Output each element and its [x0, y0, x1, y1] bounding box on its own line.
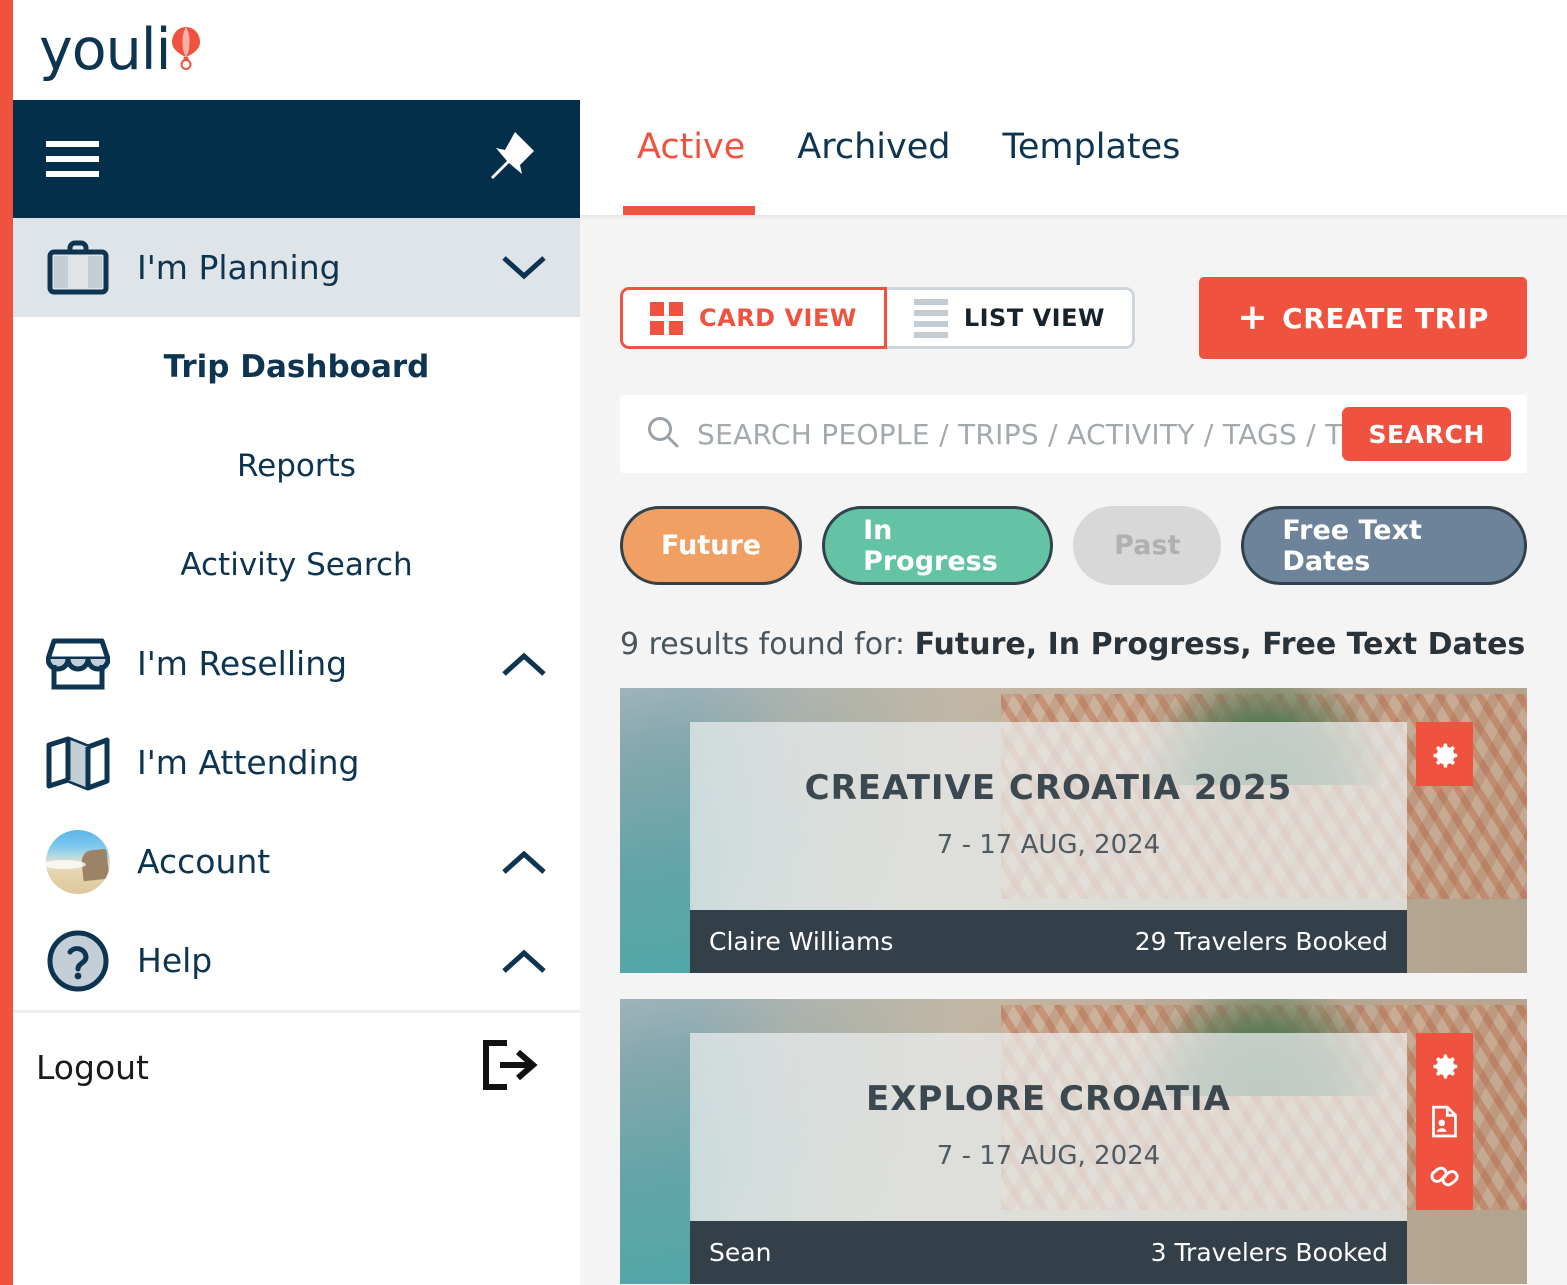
- map-icon: [46, 735, 118, 791]
- sidebar-subitem-label: Reports: [237, 447, 356, 484]
- logout-label: Logout: [36, 1047, 149, 1087]
- main-topbar: [580, 0, 1567, 100]
- grid-icon: [650, 301, 683, 335]
- trip-card-organizer: Sean: [709, 1238, 772, 1267]
- logo-bar: youli: [13, 0, 580, 100]
- sidebar-item-im-attending[interactable]: I'm Attending: [13, 713, 580, 812]
- filter-pill-past[interactable]: Past: [1073, 506, 1222, 585]
- sidebar-item-label: Account: [137, 842, 271, 881]
- question-mark-circle-icon: [46, 930, 118, 992]
- sidebar: youli I'm Planning Trip Dashboard Report…: [13, 0, 580, 1285]
- toolbar: CARD VIEW LIST VIEW + CREATE TRIP: [620, 215, 1527, 359]
- logout-arrow-icon: [478, 1037, 540, 1098]
- tab-bar: Active Archived Templates: [580, 100, 1567, 215]
- trip-card-footer: Claire Williams 29 Travelers Booked: [690, 910, 1407, 973]
- trip-card-dates: 7 - 17 AUG, 2024: [936, 830, 1161, 860]
- chevron-down-icon[interactable]: [497, 254, 547, 282]
- trip-card[interactable]: EXPLORE CROATIA 7 - 17 AUG, 2024 Sean 3 …: [620, 999, 1527, 1284]
- filter-pills: Future In Progress Past Free Text Dates: [620, 506, 1527, 585]
- sidebar-item-help[interactable]: Help: [13, 911, 580, 1010]
- sidebar-nav: I'm Planning Trip Dashboard Reports Acti…: [13, 218, 580, 1285]
- tab-active[interactable]: Active: [615, 100, 775, 215]
- main-content: Active Archived Templates CARD VIEW LIST…: [580, 0, 1567, 1285]
- hamburger-icon[interactable]: [46, 141, 99, 177]
- view-toggle-group: CARD VIEW LIST VIEW: [620, 287, 1135, 349]
- trip-card-overlay: EXPLORE CROATIA 7 - 17 AUG, 2024 Sean 3 …: [690, 1033, 1407, 1284]
- logout-button[interactable]: Logout: [13, 1013, 580, 1121]
- trip-card-organizer: Claire Williams: [709, 927, 894, 956]
- avatar: [46, 829, 110, 894]
- search-bar: SEARCH: [620, 395, 1527, 473]
- sidebar-item-account[interactable]: Account: [13, 812, 580, 911]
- list-view-label: LIST VIEW: [963, 304, 1105, 332]
- filter-pill-future[interactable]: Future: [620, 506, 803, 585]
- chevron-up-icon[interactable]: [497, 947, 547, 975]
- sidebar-subitem-trip-dashboard[interactable]: Trip Dashboard: [13, 317, 580, 416]
- pin-icon[interactable]: [478, 126, 540, 193]
- trip-card-actions: [1416, 722, 1473, 786]
- filter-pill-in-progress[interactable]: In Progress: [822, 506, 1054, 585]
- filter-pill-free-text-dates[interactable]: Free Text Dates: [1241, 506, 1527, 585]
- sidebar-menu-bar: [13, 100, 580, 218]
- trip-card-travelers: 29 Travelers Booked: [1134, 927, 1388, 956]
- tab-templates[interactable]: Templates: [980, 100, 1210, 215]
- sidebar-item-im-reselling[interactable]: I'm Reselling: [13, 614, 580, 713]
- card-view-label: CARD VIEW: [699, 304, 857, 332]
- logo-wordmark: youli: [39, 16, 171, 83]
- trip-card-travelers: 3 Travelers Booked: [1150, 1238, 1388, 1267]
- trip-card-title: CREATIVE CROATIA 2025: [804, 768, 1293, 808]
- hot-air-balloon-icon: [171, 26, 201, 77]
- trip-card-title: EXPLORE CROATIA: [866, 1079, 1231, 1119]
- results-terms: Future, In Progress, Free Text Dates: [914, 627, 1526, 662]
- gear-icon[interactable]: [1428, 1050, 1461, 1083]
- tab-archived[interactable]: Archived: [775, 100, 980, 215]
- sidebar-item-label: I'm Reselling: [137, 644, 348, 683]
- create-trip-label: CREATE TRIP: [1282, 301, 1489, 335]
- create-trip-button[interactable]: + CREATE TRIP: [1199, 277, 1527, 359]
- trip-card-overlay: CREATIVE CROATIA 2025 7 - 17 AUG, 2024 C…: [690, 722, 1407, 973]
- sidebar-subitem-reports[interactable]: Reports: [13, 416, 580, 515]
- results-summary: 9 results found for: Future, In Progress…: [620, 627, 1527, 662]
- sidebar-item-label: I'm Attending: [137, 743, 360, 782]
- search-icon: [646, 415, 680, 454]
- sidebar-subitem-activity-search[interactable]: Activity Search: [13, 515, 580, 614]
- plus-icon: +: [1237, 297, 1269, 338]
- search-button[interactable]: SEARCH: [1342, 407, 1511, 461]
- sidebar-subitem-label: Trip Dashboard: [163, 348, 430, 385]
- avatar-icon: [46, 829, 118, 894]
- list-view-button[interactable]: LIST VIEW: [886, 287, 1135, 349]
- sidebar-item-label: Help: [137, 941, 213, 980]
- trip-card-actions: [1416, 1033, 1473, 1210]
- chevron-up-icon[interactable]: [497, 848, 547, 876]
- list-icon: [913, 298, 948, 338]
- card-view-button[interactable]: CARD VIEW: [620, 287, 887, 349]
- storefront-icon: [46, 635, 118, 693]
- chevron-up-icon[interactable]: [497, 650, 547, 678]
- sidebar-subitem-label: Activity Search: [180, 546, 413, 583]
- sidebar-item-im-planning[interactable]: I'm Planning: [13, 218, 580, 317]
- trip-card[interactable]: CREATIVE CROATIA 2025 7 - 17 AUG, 2024 C…: [620, 688, 1527, 973]
- document-person-icon[interactable]: [1429, 1105, 1460, 1138]
- link-icon[interactable]: [1428, 1160, 1461, 1193]
- youli-logo[interactable]: youli: [39, 16, 201, 83]
- sidebar-item-label: I'm Planning: [137, 248, 341, 287]
- results-prefix: 9 results found for:: [620, 627, 915, 662]
- trip-card-footer: Sean 3 Travelers Booked: [690, 1221, 1407, 1284]
- left-accent-stripe: [0, 0, 13, 1285]
- content-area: CARD VIEW LIST VIEW + CREATE TRIP SEARCH…: [580, 215, 1567, 1284]
- trip-card-dates: 7 - 17 AUG, 2024: [936, 1141, 1161, 1171]
- search-input[interactable]: [697, 417, 1343, 451]
- suitcase-icon: [46, 240, 118, 296]
- gear-icon[interactable]: [1428, 739, 1461, 772]
